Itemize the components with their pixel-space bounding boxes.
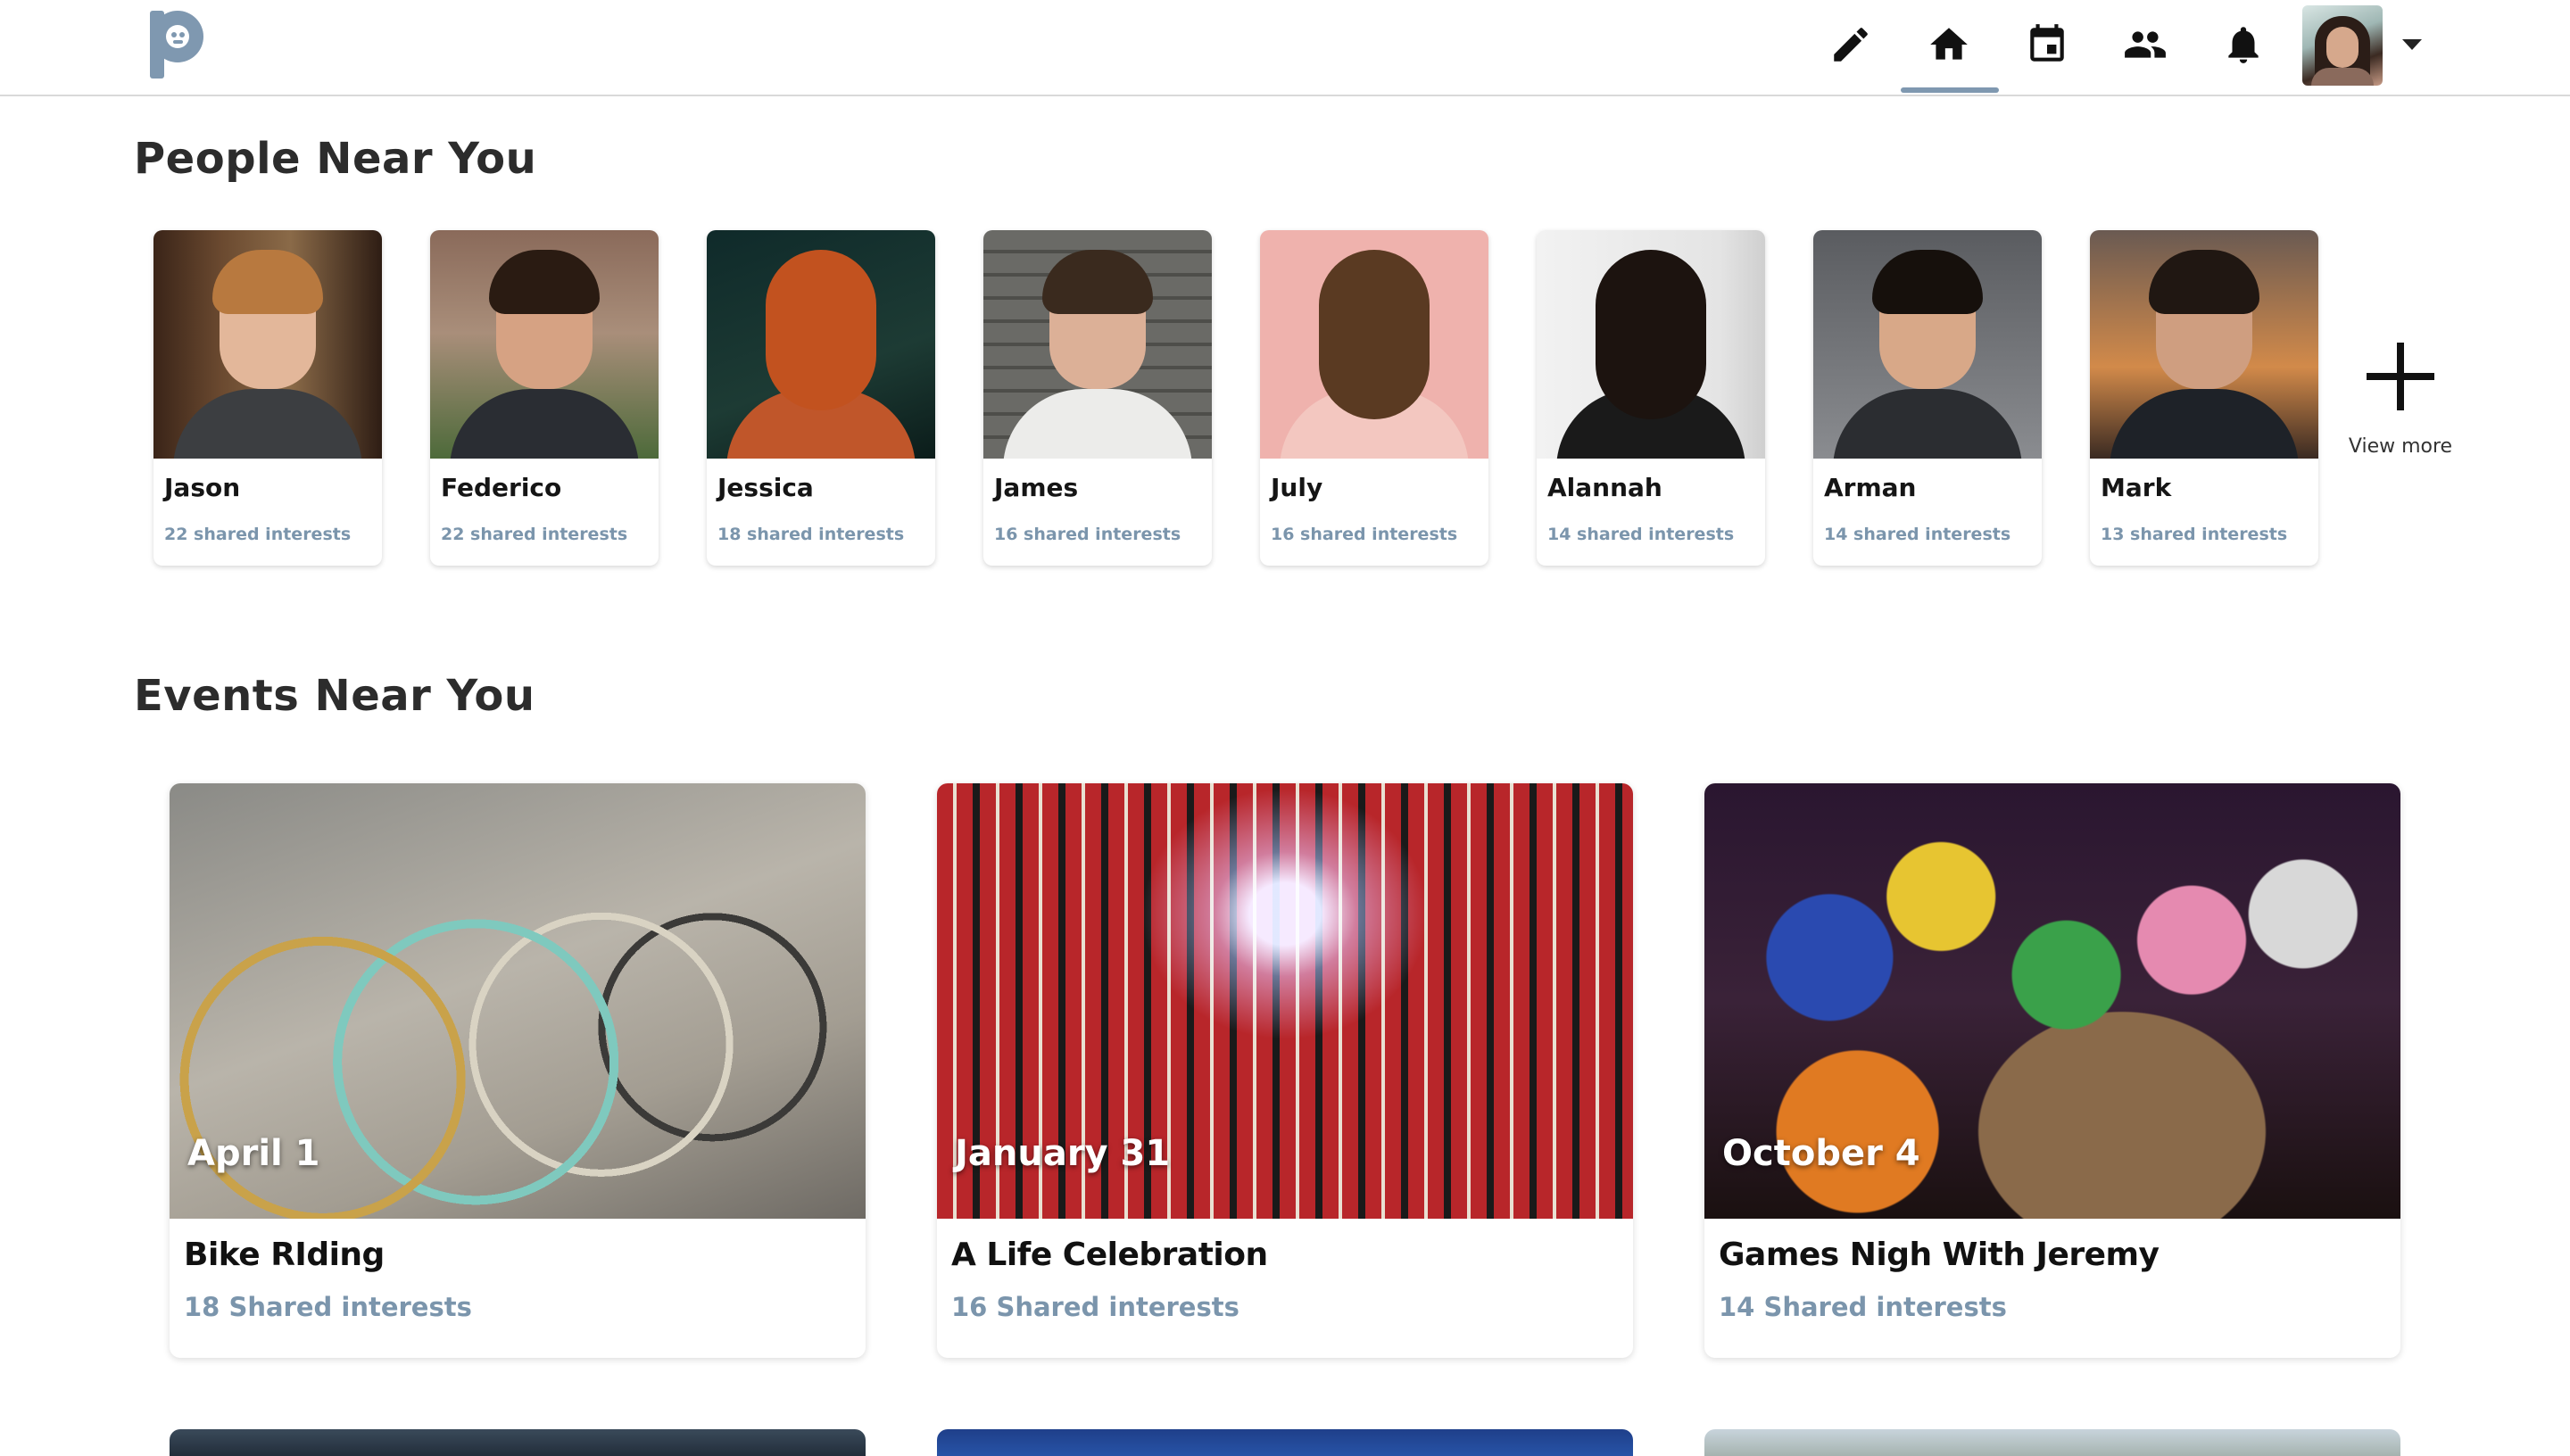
person-card[interactable]: Jessica 18 shared interests (707, 230, 935, 566)
person-name: Jason (164, 473, 241, 502)
person-shared-interests: 16 shared interests (994, 525, 1181, 544)
person-card[interactable]: James 16 shared interests (983, 230, 1212, 566)
profile-avatar[interactable] (2302, 5, 2383, 86)
pencil-icon[interactable] (1826, 20, 1876, 70)
event-photo: October 4 (1704, 783, 2400, 1219)
person-photo (430, 230, 659, 459)
person-card[interactable]: Arman 14 shared interests (1813, 230, 2042, 566)
event-card-peek[interactable] (1704, 1429, 2400, 1456)
event-title: Games Nigh With Jeremy (1719, 1237, 2160, 1273)
person-card[interactable]: July 16 shared interests (1260, 230, 1488, 566)
person-name: Mark (2101, 473, 2172, 502)
event-date: April 1 (187, 1133, 320, 1174)
event-card[interactable]: October 4 Games Nigh With Jeremy 14 Shar… (1704, 783, 2400, 1358)
event-photo: April 1 (170, 783, 866, 1219)
person-photo (1813, 230, 2042, 459)
person-shared-interests: 18 shared interests (717, 525, 905, 544)
event-date: January 31 (955, 1133, 1171, 1174)
person-name: Arman (1824, 473, 1917, 502)
person-shared-interests: 22 shared interests (164, 525, 352, 544)
person-name: James (994, 473, 1079, 502)
top-navigation-bar (0, 0, 2570, 96)
event-shared-interests: 16 Shared interests (951, 1292, 1239, 1322)
person-shared-interests: 16 shared interests (1271, 525, 1458, 544)
person-shared-interests: 14 shared interests (1547, 525, 1735, 544)
event-card[interactable]: January 31 A Life Celebration 16 Shared … (937, 783, 1633, 1358)
person-card[interactable]: Jason 22 shared interests (153, 230, 382, 566)
event-shared-interests: 18 Shared interests (184, 1292, 472, 1322)
person-photo (1537, 230, 1765, 459)
person-photo (707, 230, 935, 459)
event-shared-interests: 14 Shared interests (1719, 1292, 2007, 1322)
app-logo[interactable] (150, 11, 205, 79)
person-card[interactable]: Mark 13 shared interests (2090, 230, 2318, 566)
home-icon[interactable] (1924, 20, 1974, 70)
events-section-title: Events Near You (134, 671, 535, 721)
person-photo (153, 230, 382, 459)
event-card[interactable]: April 1 Bike RIding 18 Shared interests (170, 783, 866, 1358)
people-section-title: People Near You (134, 134, 537, 184)
people-icon[interactable] (2120, 20, 2170, 70)
event-date: October 4 (1722, 1133, 1920, 1174)
person-card[interactable]: Federico 22 shared interests (430, 230, 659, 566)
view-more-label: View more (2348, 435, 2453, 458)
person-shared-interests: 22 shared interests (441, 525, 628, 544)
person-name: Jessica (717, 473, 814, 502)
person-photo (1260, 230, 1488, 459)
calendar-icon[interactable] (2022, 20, 2072, 70)
active-tab-indicator (1901, 87, 1999, 93)
person-photo (2090, 230, 2318, 459)
person-name: July (1271, 473, 1323, 502)
person-card[interactable]: Alannah 14 shared interests (1537, 230, 1765, 566)
person-shared-interests: 14 shared interests (1824, 525, 2011, 544)
event-photo: January 31 (937, 783, 1633, 1219)
event-title: A Life Celebration (951, 1237, 1268, 1273)
person-photo (983, 230, 1212, 459)
person-name: Federico (441, 473, 562, 502)
bell-icon[interactable] (2218, 20, 2268, 70)
person-shared-interests: 13 shared interests (2101, 525, 2288, 544)
event-card-peek[interactable] (937, 1429, 1633, 1456)
event-title: Bike RIding (184, 1237, 385, 1273)
person-name: Alannah (1547, 473, 1662, 502)
chevron-down-icon[interactable] (2402, 39, 2422, 50)
event-card-peek[interactable] (170, 1429, 866, 1456)
view-more-button[interactable]: View more (2338, 332, 2463, 466)
